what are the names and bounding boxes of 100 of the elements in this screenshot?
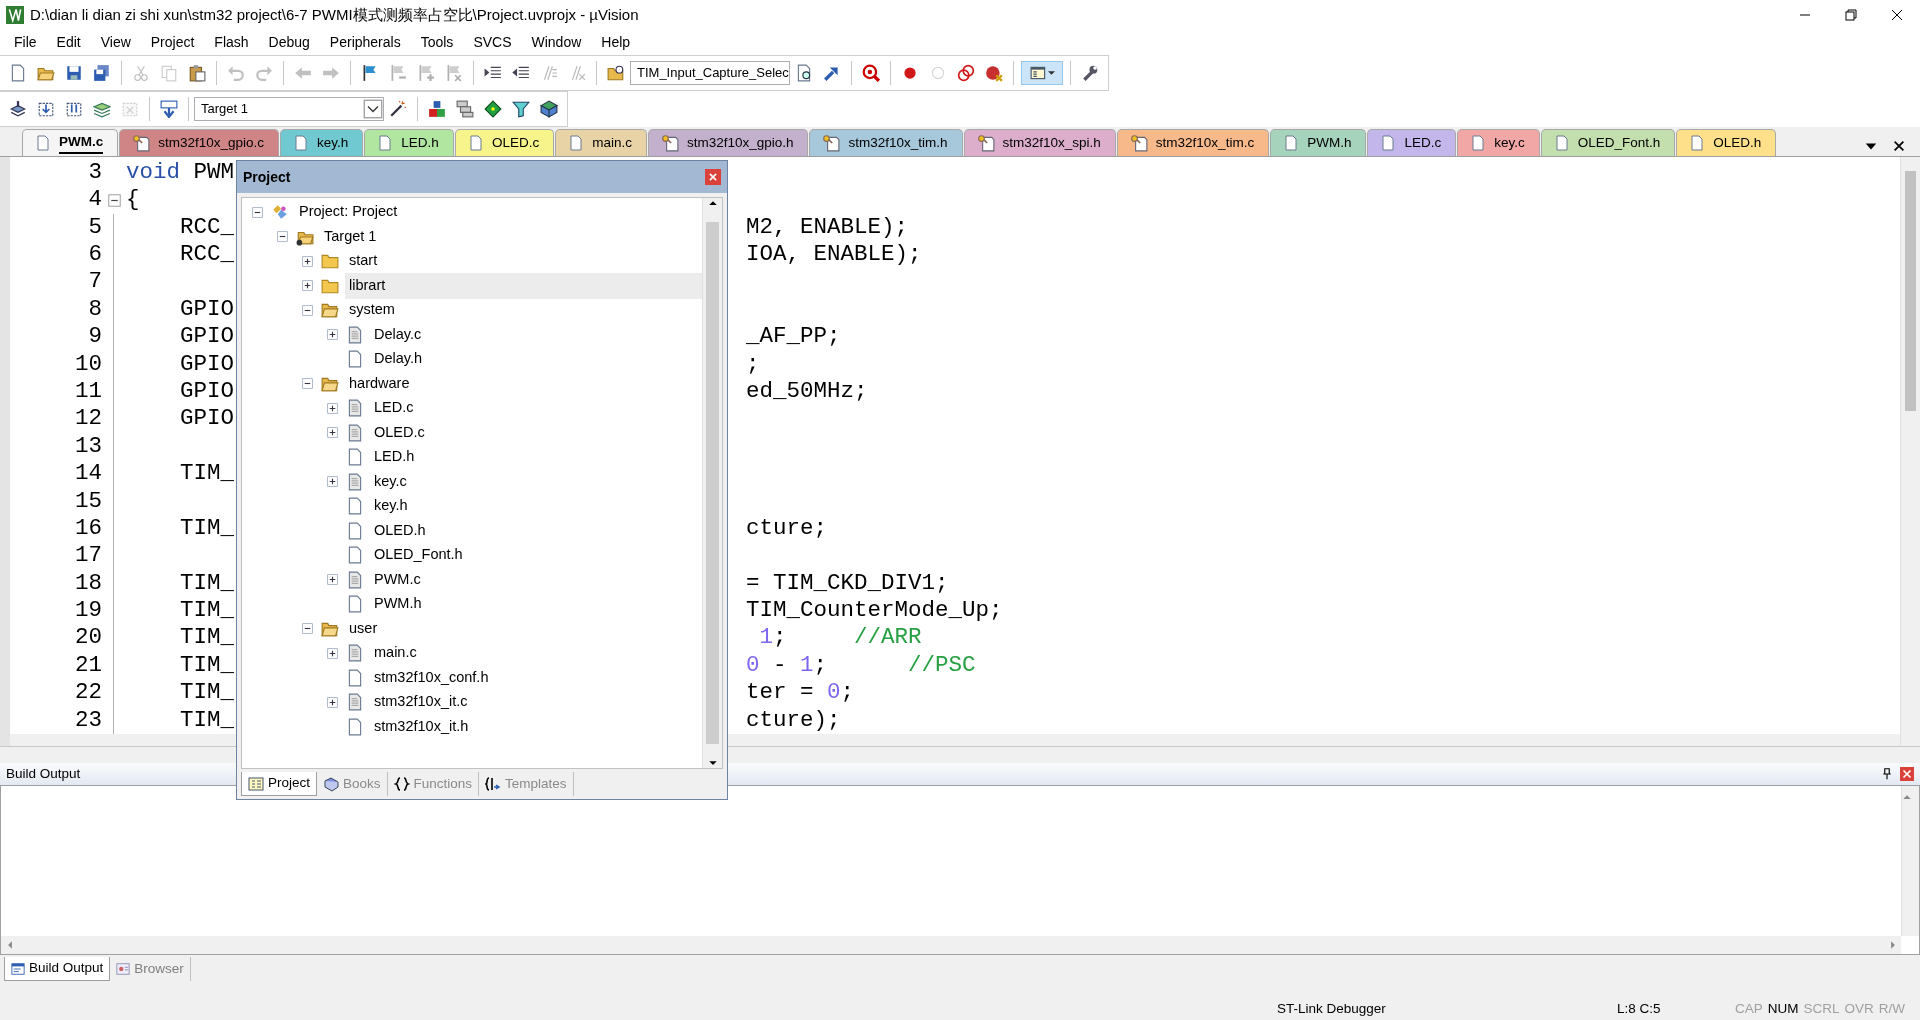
tree-item[interactable]: stm32f10x_it.c [370, 689, 472, 716]
expand-icon[interactable] [326, 427, 338, 439]
tree-item[interactable]: Delay.h [370, 346, 427, 373]
tree-item[interactable]: start [345, 248, 382, 275]
blocks-icon[interactable] [428, 100, 446, 118]
dropdown-field[interactable]: TIM_Input_Capture_Selec [630, 61, 790, 85]
collapse-icon[interactable] [301, 378, 313, 390]
expand-icon[interactable] [326, 402, 338, 414]
tree-item[interactable]: stm32f10x_it.h [370, 713, 473, 740]
file-tab[interactable]: stm32f10x_tim.c [1116, 129, 1270, 156]
build-icon[interactable] [37, 100, 55, 118]
tree-item[interactable]: LED.h [370, 444, 419, 471]
collapse-icon[interactable] [301, 304, 313, 316]
tree-item[interactable]: user [345, 615, 382, 642]
file-tab[interactable]: stm32f10x_tim.h [809, 129, 963, 156]
packs-icon[interactable] [540, 100, 558, 118]
file-tab[interactable]: stm32f10x_spi.h [963, 129, 1116, 156]
funnel-icon[interactable] [512, 100, 530, 118]
file-tab[interactable]: OLED.c [454, 129, 555, 156]
file-tab[interactable]: LED.h [364, 129, 454, 156]
menu-item[interactable]: Edit [46, 32, 91, 53]
menu-item[interactable]: Debug [258, 32, 320, 53]
window-layout-button[interactable] [1021, 61, 1063, 85]
scrollbar[interactable] [702, 198, 722, 768]
expand-icon[interactable] [326, 476, 338, 488]
tree-item[interactable]: key.c [370, 468, 411, 495]
close-icon[interactable] [1892, 138, 1906, 153]
expand-icon[interactable] [326, 696, 338, 708]
diamond-icon[interactable] [484, 100, 502, 118]
tree-item[interactable]: Delay.c [370, 321, 426, 348]
file-tab[interactable]: stm32f10x_gpio.c [119, 129, 280, 156]
new-file-icon[interactable] [9, 64, 27, 82]
panel-tab[interactable]: Browser [110, 957, 191, 981]
folder-icon[interactable] [607, 64, 625, 82]
tree-item[interactable]: key.h [370, 493, 412, 520]
stack-icon[interactable] [9, 100, 27, 118]
tree-item[interactable]: PWM.h [370, 591, 426, 618]
menu-item[interactable]: Window [521, 32, 592, 53]
menu-item[interactable]: Help [591, 32, 641, 53]
menu-item[interactable]: View [90, 32, 141, 53]
fold-icon[interactable] [107, 193, 121, 207]
scrollbar[interactable] [1, 936, 1901, 954]
stack-icon[interactable] [456, 100, 474, 118]
dropdown-field[interactable]: Target 1 [194, 97, 384, 121]
close-icon[interactable] [1889, 7, 1905, 23]
file-tab[interactable]: OLED.h [1676, 129, 1777, 156]
save-all-icon[interactable] [93, 64, 111, 82]
file-tab[interactable]: LED.c [1367, 129, 1457, 156]
collapse-icon[interactable] [276, 231, 288, 243]
breakpoint-icon[interactable] [901, 64, 919, 82]
tree-item[interactable]: main.c [370, 640, 421, 667]
file-tab[interactable]: OLED_Font.h [1540, 129, 1676, 156]
expand-icon[interactable] [326, 329, 338, 341]
tree-item[interactable]: Target 1 [320, 223, 381, 250]
expand-icon[interactable] [301, 280, 313, 292]
file-tab[interactable]: key.c [1457, 129, 1540, 156]
tree-item[interactable]: Project: Project [295, 199, 402, 226]
menu-item[interactable]: Peripherals [319, 32, 411, 53]
panel-tab[interactable]: Build Output [4, 957, 111, 981]
tree-item[interactable]: PWM.c [370, 566, 425, 593]
magic-wand-icon[interactable] [389, 100, 407, 118]
panel-tab[interactable]: Project [241, 772, 318, 796]
file-tab[interactable]: main.c [555, 129, 647, 156]
file-tab[interactable]: PWM.c [22, 129, 119, 156]
tree-item[interactable]: librart [345, 272, 702, 299]
tree-item[interactable]: OLED.h [370, 517, 430, 544]
expand-icon[interactable] [326, 647, 338, 659]
scrollbar[interactable] [1901, 786, 1919, 936]
paste-icon[interactable] [188, 64, 206, 82]
file-tab[interactable]: stm32f10x_gpio.h [647, 129, 809, 156]
pin-icon[interactable] [1881, 768, 1893, 780]
menu-item[interactable]: File [4, 32, 47, 53]
save-icon[interactable] [65, 64, 83, 82]
collapse-icon[interactable] [301, 623, 313, 635]
tree-item[interactable]: hardware [345, 370, 414, 397]
wrench-icon[interactable] [1081, 64, 1099, 82]
menu-item[interactable]: Project [140, 32, 205, 53]
rings-icon[interactable] [957, 64, 975, 82]
tree-item[interactable]: system [345, 297, 399, 324]
menu-item[interactable]: Tools [410, 32, 464, 53]
tree-item[interactable]: stm32f10x_conf.h [370, 664, 493, 691]
rebuild-icon[interactable] [65, 100, 83, 118]
file-tab[interactable]: key.h [280, 129, 364, 156]
document-search-icon[interactable] [795, 64, 813, 82]
restore-icon[interactable] [1843, 7, 1859, 23]
close-button[interactable] [705, 169, 721, 185]
menu-item[interactable]: Flash [204, 32, 259, 53]
breakpoint-remove-icon[interactable] [985, 64, 1003, 82]
tree-item[interactable]: OLED_Font.h [370, 542, 467, 569]
layers-icon[interactable] [93, 100, 111, 118]
file-tab[interactable]: PWM.h [1270, 129, 1367, 156]
expand-icon[interactable] [301, 255, 313, 267]
arrow-icon[interactable] [823, 64, 841, 82]
magnifier-icon[interactable] [862, 64, 880, 82]
tree-item[interactable]: LED.c [370, 395, 418, 422]
expand-icon[interactable] [326, 574, 338, 586]
tree-item[interactable]: OLED.c [370, 419, 429, 446]
menu-item[interactable]: SVCS [463, 32, 522, 53]
scrollbar[interactable] [1900, 157, 1920, 746]
load-icon[interactable] [160, 100, 178, 118]
